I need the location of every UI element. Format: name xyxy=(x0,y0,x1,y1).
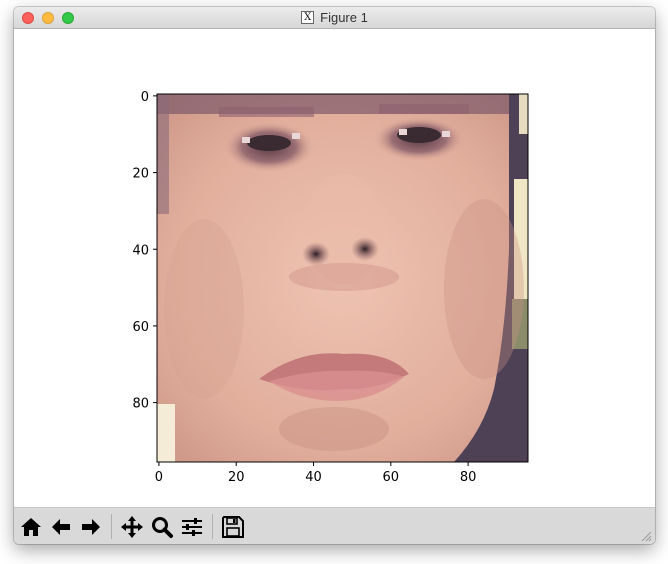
x-axis: 0 20 40 60 80 xyxy=(155,462,477,485)
arrow-right-icon xyxy=(81,518,100,535)
window-title: Figure 1 xyxy=(320,10,368,25)
figure-window: X Figure 1 0 20 40 60 80 0 20 40 60 80 xyxy=(14,7,655,544)
window-title-area: X Figure 1 xyxy=(14,7,655,28)
title-bar[interactable]: X Figure 1 xyxy=(14,7,655,29)
y-tick-label: 20 xyxy=(132,167,149,182)
x11-icon: X xyxy=(301,11,315,24)
y-tick-label: 80 xyxy=(132,397,149,412)
save-button[interactable] xyxy=(219,514,246,539)
floppy-disk-icon xyxy=(221,515,244,538)
navigation-toolbar xyxy=(14,507,655,544)
move-icon xyxy=(120,515,143,538)
magnifier-icon xyxy=(151,516,173,538)
x-tick-label: 80 xyxy=(460,470,477,485)
configure-subplots-button[interactable] xyxy=(178,514,205,539)
y-tick-label: 40 xyxy=(132,243,149,258)
resize-grip-icon[interactable] xyxy=(640,530,652,542)
home-button[interactable] xyxy=(17,514,44,539)
toolbar-separator xyxy=(212,514,213,539)
x-tick-label: 0 xyxy=(155,470,163,485)
plot-area: 0 20 40 60 80 0 20 40 60 80 xyxy=(132,90,529,485)
x-tick-label: 20 xyxy=(228,470,245,485)
y-axis: 0 20 40 60 80 xyxy=(132,90,157,412)
home-icon xyxy=(20,517,41,536)
pan-button[interactable] xyxy=(118,514,145,539)
back-button[interactable] xyxy=(47,514,74,539)
arrow-left-icon xyxy=(51,518,70,535)
forward-button[interactable] xyxy=(77,514,104,539)
x-tick-label: 60 xyxy=(383,470,400,485)
figure-canvas[interactable]: 0 20 40 60 80 0 20 40 60 80 xyxy=(14,29,655,507)
toolbar-separator xyxy=(111,514,112,539)
y-tick-label: 0 xyxy=(141,90,149,105)
x-tick-label: 40 xyxy=(305,470,322,485)
y-tick-label: 60 xyxy=(132,320,149,335)
zoom-button[interactable] xyxy=(148,514,175,539)
face-image xyxy=(157,94,528,462)
sliders-icon xyxy=(181,517,202,536)
